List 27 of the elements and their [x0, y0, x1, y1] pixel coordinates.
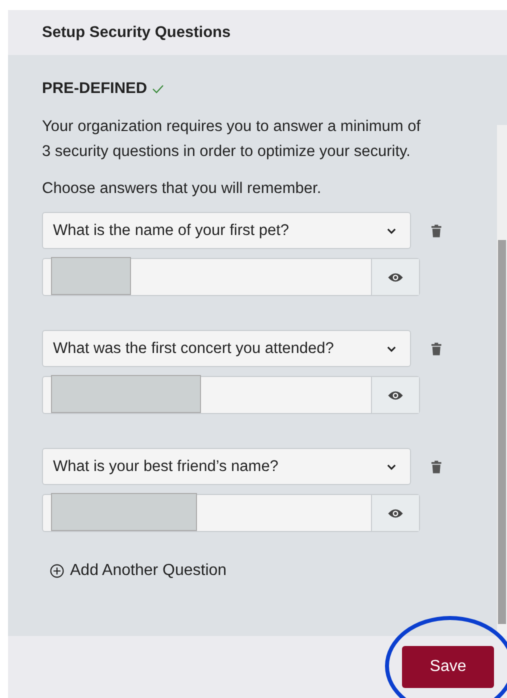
answer-field[interactable] [42, 258, 420, 296]
trash-icon[interactable] [431, 224, 442, 238]
eye-icon [387, 390, 404, 400]
save-button[interactable]: Save [402, 646, 494, 688]
section-title: PRE-DEFINED [42, 80, 148, 98]
add-question-link[interactable]: Add Another Question [50, 562, 442, 580]
intro-text: Your organization requires you to answer a minimum of 3 security questions in order to optimize your security. [42, 117, 422, 162]
trash-icon[interactable] [431, 342, 442, 356]
hint-text: Choose answers that you will remember. [42, 180, 322, 198]
eye-icon [387, 508, 404, 518]
caret-icon [387, 346, 396, 352]
answer-field[interactable] [42, 376, 420, 414]
show-answer-button[interactable] [371, 259, 419, 295]
caret-icon [387, 228, 396, 234]
scrollbar[interactable] [497, 125, 507, 636]
question-dropdown[interactable]: What was the first concert you attended? [42, 330, 412, 367]
dialog-title: Setup Security Questions [42, 24, 231, 42]
question-dropdown[interactable]: What is your best friend’s name? [42, 448, 412, 485]
show-answer-button[interactable] [371, 495, 419, 531]
add-question-label: Add Another Question [70, 562, 227, 580]
show-answer-button[interactable] [371, 377, 419, 413]
answer-field[interactable] [42, 494, 420, 532]
caret-icon [387, 464, 396, 470]
eye-icon [387, 272, 404, 282]
trash-icon[interactable] [431, 460, 442, 474]
question-dropdown[interactable]: What is the name of your first pet? [42, 212, 412, 249]
plus-circle-icon [50, 564, 64, 578]
